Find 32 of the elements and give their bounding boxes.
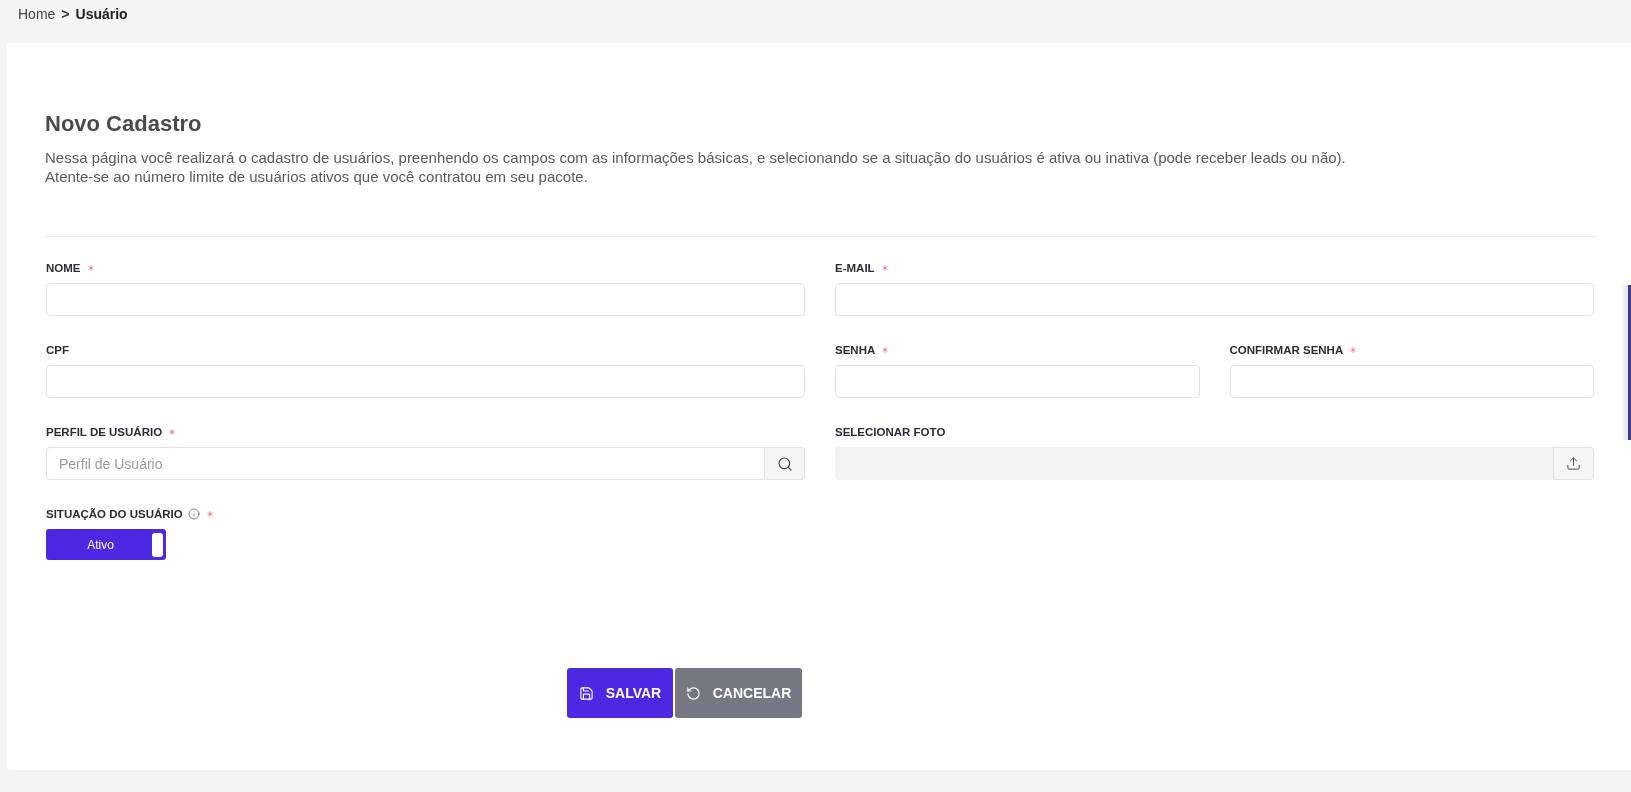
status-toggle[interactable]: Ativo [46,529,166,560]
field-label: SITUAÇÃO DO USUÁRIO [46,507,183,522]
breadcrumb-separator: > [61,5,70,23]
text-input[interactable] [835,365,1200,398]
field-label: SENHA [835,343,876,358]
save-icon [578,685,594,701]
photo-file-field[interactable] [835,447,1553,480]
page-description: Nessa página você realizará o cadastro de usuários, preenhendo os campos com as informações básicas, e selecionando se a situação do usuários é ativa ou inativa (pode receber leads ou não). [45,148,1347,167]
breadcrumb-current: Usuário [75,5,128,23]
field-label: PERFIL DE USUÁRIO [46,425,163,440]
text-input[interactable] [46,365,805,398]
page-title: Novo Cadastro [45,111,203,137]
field-label: SELECIONAR FOTO [835,425,946,440]
undo-icon [685,685,701,701]
cancel-button[interactable]: CANCELAR [675,668,802,718]
upload-button[interactable] [1553,447,1594,480]
field-label: E-MAIL [835,261,875,276]
page-description: Atente-se ao número limite de usuários ativos que você contratou em seu pacote. [45,167,589,186]
text-input[interactable] [46,283,805,316]
search-icon [776,455,793,472]
toggle-knob [152,532,163,557]
text-input[interactable] [1229,365,1594,398]
side-panel-handle[interactable] [1621,285,1631,440]
upload-icon [1566,456,1581,471]
field-label: NOME [46,261,81,276]
search-input[interactable]: Perfil de Usuário [46,447,765,480]
field-label: CPF [46,343,69,358]
breadcrumb-link[interactable]: Home [18,5,56,23]
save-button[interactable]: SALVAR [567,668,673,718]
search-button[interactable] [765,447,805,480]
field-label: CONFIRMAR SENHA [1229,343,1344,358]
text-input[interactable] [835,283,1594,316]
